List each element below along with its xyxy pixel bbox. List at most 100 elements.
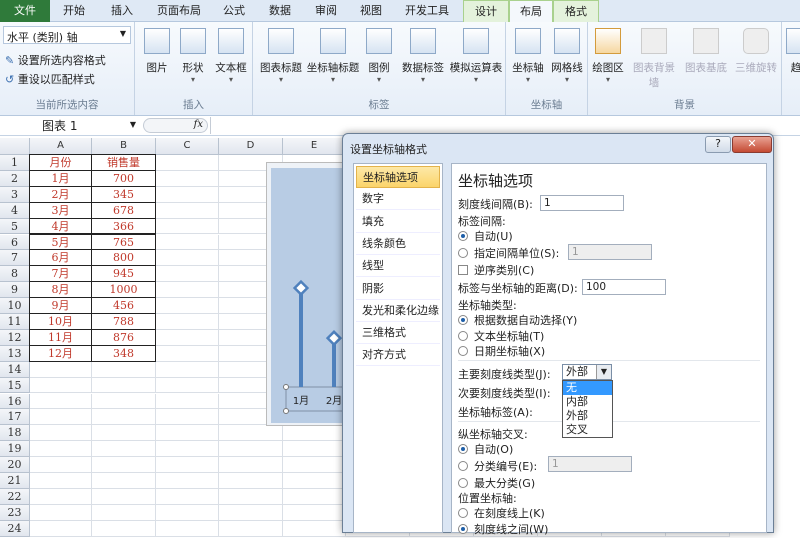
textbox-button[interactable]: 文本框 ▾ bbox=[213, 28, 249, 84]
cell[interactable] bbox=[156, 441, 219, 458]
cell[interactable] bbox=[30, 377, 92, 394]
cell[interactable]: 348 bbox=[91, 344, 156, 362]
cell[interactable]: 9月 bbox=[29, 297, 92, 314]
cell[interactable]: 月份 bbox=[29, 154, 92, 171]
column-header[interactable]: C bbox=[156, 138, 219, 155]
cell[interactable]: 800 bbox=[91, 249, 156, 267]
cell[interactable] bbox=[283, 488, 346, 505]
cell[interactable]: 8月 bbox=[29, 281, 92, 299]
cell[interactable]: 700 bbox=[91, 169, 156, 187]
cell[interactable] bbox=[30, 441, 92, 458]
category-4[interactable]: 线型 bbox=[356, 255, 440, 278]
cell[interactable] bbox=[156, 329, 219, 346]
cell[interactable] bbox=[219, 473, 283, 489]
tab-review[interactable]: 审阅 bbox=[304, 0, 348, 22]
axis-type-auto-radio[interactable]: 根据数据自动选择(Y) bbox=[458, 312, 577, 328]
row-header[interactable]: 16 bbox=[0, 393, 30, 410]
column-header[interactable]: B bbox=[92, 138, 156, 155]
tab-view[interactable]: 视图 bbox=[348, 0, 394, 22]
chart-object[interactable]: 1月2月3月4月5月6月7月8月9月10月11月12月 bbox=[266, 162, 346, 426]
cell[interactable]: 6月 bbox=[29, 249, 92, 267]
cell[interactable] bbox=[156, 155, 219, 171]
specify-interval-radio[interactable]: 指定间隔单位(S): bbox=[458, 245, 559, 261]
cell[interactable] bbox=[92, 441, 156, 458]
row-header[interactable]: 1 bbox=[0, 155, 30, 171]
label-distance-input[interactable]: 100 bbox=[582, 279, 666, 295]
category-6[interactable]: 发光和柔化边缘 bbox=[356, 300, 440, 322]
cell[interactable] bbox=[219, 504, 283, 521]
cell[interactable] bbox=[283, 520, 346, 537]
category-0[interactable]: 坐标轴选项 bbox=[356, 166, 440, 188]
axes-button[interactable]: 坐标轴 ▾ bbox=[510, 28, 546, 84]
tick-interval-input[interactable]: 1 bbox=[540, 195, 624, 211]
cell[interactable]: 11月 bbox=[29, 328, 92, 346]
cell[interactable] bbox=[156, 504, 219, 521]
position-on-tick-radio[interactable]: 在刻度线上(K) bbox=[458, 505, 545, 521]
data-labels-button[interactable]: 数据标签 ▾ bbox=[399, 28, 447, 84]
row-header[interactable]: 7 bbox=[0, 250, 30, 267]
row-header[interactable]: 23 bbox=[0, 504, 30, 521]
cell[interactable]: 2月 bbox=[29, 185, 92, 203]
row-header[interactable]: 14 bbox=[0, 361, 30, 378]
cell[interactable]: 5月 bbox=[29, 233, 92, 251]
chart-element-dropdown[interactable]: 水平 (类别) 轴 ▼ bbox=[3, 26, 131, 44]
category-7[interactable]: 三维格式 bbox=[356, 322, 440, 345]
major-tick-select[interactable]: 外部 ▼ bbox=[562, 364, 612, 380]
cell[interactable] bbox=[30, 504, 92, 521]
cell[interactable] bbox=[156, 170, 219, 187]
cell[interactable]: 销售量 bbox=[91, 154, 156, 171]
gridlines-button[interactable]: 网格线 ▾ bbox=[548, 28, 586, 84]
category-3[interactable]: 线条颜色 bbox=[356, 233, 440, 255]
tab-design[interactable]: 设计 bbox=[463, 0, 509, 22]
tab-file[interactable]: 文件 bbox=[0, 0, 50, 22]
cell[interactable] bbox=[30, 393, 92, 410]
column-header[interactable]: A bbox=[30, 138, 92, 155]
row-header[interactable]: 24 bbox=[0, 520, 30, 537]
cell[interactable] bbox=[92, 377, 156, 394]
row-header[interactable]: 4 bbox=[0, 202, 30, 219]
cell[interactable] bbox=[283, 425, 346, 442]
tab-format[interactable]: 格式 bbox=[553, 0, 599, 22]
column-header[interactable]: D bbox=[219, 138, 283, 155]
cell[interactable] bbox=[156, 361, 219, 378]
chart-title-button[interactable]: 图表标题 ▾ bbox=[257, 28, 305, 84]
cell[interactable]: 945 bbox=[91, 265, 156, 283]
row-header[interactable]: 8 bbox=[0, 266, 30, 283]
cell[interactable] bbox=[219, 441, 283, 458]
tab-home[interactable]: 开始 bbox=[50, 0, 98, 22]
cell[interactable] bbox=[156, 266, 219, 283]
axis-type-text-radio[interactable]: 文本坐标轴(T) bbox=[458, 328, 544, 344]
row-header[interactable]: 21 bbox=[0, 473, 30, 489]
shapes-button[interactable]: 形状 ▾ bbox=[177, 28, 209, 84]
cell[interactable] bbox=[156, 202, 219, 219]
name-box[interactable]: 图表 1 ▼ bbox=[0, 117, 140, 134]
cell[interactable] bbox=[156, 457, 219, 473]
picture-button[interactable]: 图片 bbox=[141, 28, 173, 75]
dropdown-option[interactable]: 内部 bbox=[563, 395, 612, 409]
cell[interactable]: 788 bbox=[91, 313, 156, 330]
axis-title-button[interactable]: 坐标轴标题 ▾ bbox=[305, 28, 361, 84]
cell[interactable] bbox=[92, 473, 156, 489]
cell[interactable] bbox=[92, 504, 156, 521]
cell[interactable] bbox=[156, 488, 219, 505]
cross-category-radio[interactable]: 分类编号(E): bbox=[458, 458, 537, 474]
cell[interactable] bbox=[156, 298, 219, 314]
cell[interactable] bbox=[219, 457, 283, 473]
cell[interactable] bbox=[283, 504, 346, 521]
cell[interactable] bbox=[30, 457, 92, 473]
cell[interactable] bbox=[92, 393, 156, 410]
row-header[interactable]: 15 bbox=[0, 377, 30, 394]
cell[interactable] bbox=[283, 473, 346, 489]
category-2[interactable]: 填充 bbox=[356, 211, 440, 233]
row-header[interactable]: 18 bbox=[0, 425, 30, 442]
cross-auto-radio[interactable]: 自动(O) bbox=[458, 441, 513, 457]
cell[interactable] bbox=[219, 425, 283, 442]
cell[interactable] bbox=[30, 409, 92, 426]
category-8[interactable]: 对齐方式 bbox=[356, 344, 440, 367]
cell[interactable] bbox=[30, 473, 92, 489]
dropdown-option[interactable]: 外部 bbox=[563, 409, 612, 423]
cell[interactable]: 678 bbox=[91, 201, 156, 219]
cell[interactable]: 12月 bbox=[29, 344, 92, 362]
cell[interactable] bbox=[30, 488, 92, 505]
row-header[interactable]: 9 bbox=[0, 282, 30, 299]
